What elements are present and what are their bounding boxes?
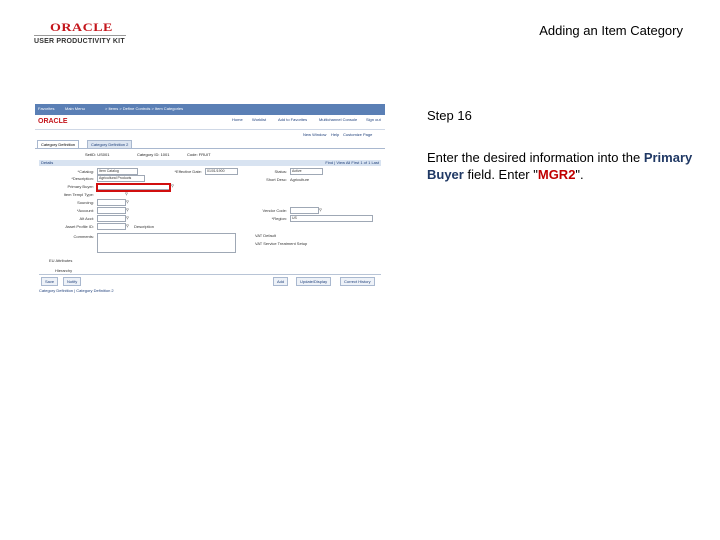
- short-desc-label: Short Desc:: [266, 177, 287, 182]
- asset-profile-input[interactable]: [97, 223, 126, 230]
- comments-textarea[interactable]: [97, 233, 236, 253]
- vendor-code-input[interactable]: [290, 207, 319, 214]
- hierarchy-label: Hierarchy: [55, 268, 73, 273]
- step-label: Step 16: [427, 108, 472, 123]
- alt-acct-input[interactable]: [97, 215, 126, 222]
- oracle-upk-logo: ORACLE USER PRODUCTIVITY KIT: [34, 22, 126, 48]
- status-select[interactable]: Active: [290, 168, 323, 175]
- logo-divider: [34, 35, 126, 36]
- comments-label: Comments:: [73, 234, 94, 239]
- logo-tagline: USER PRODUCTIVITY KIT: [34, 38, 125, 45]
- brand-logo: ORACLE: [38, 118, 68, 125]
- primary-buyer-label: Primary Buyer:: [67, 184, 94, 189]
- asset-profile-label: Asset Profile ID:: [65, 224, 94, 229]
- lookup-icon[interactable]: ⚲: [171, 183, 174, 188]
- nav-favorites[interactable]: Favorites: [38, 106, 54, 111]
- account-label: *Account:: [76, 208, 94, 213]
- region-select[interactable]: US: [290, 215, 373, 222]
- link-add-favorites[interactable]: Add to Favorites: [278, 117, 307, 122]
- account-input[interactable]: [97, 207, 126, 214]
- section-nav[interactable]: Find | View All First 1 of 1 Last: [325, 160, 379, 165]
- instruction-prefix: Enter the desired information into the: [427, 150, 641, 165]
- save-button[interactable]: Save: [41, 277, 59, 286]
- link-worklist[interactable]: Worklist: [252, 117, 266, 122]
- effective-date-label: *Effective Date:: [174, 169, 203, 174]
- description-input[interactable]: Agricultural Products: [97, 175, 145, 182]
- link-new-window[interactable]: New Window: [303, 132, 326, 137]
- lookup-icon[interactable]: ⚲: [125, 191, 128, 196]
- button-separator: [39, 274, 381, 275]
- entry-value: MGR2: [537, 167, 576, 182]
- sourcing-input[interactable]: [97, 199, 126, 206]
- correct-history-button[interactable]: Correct History: [340, 277, 375, 286]
- nav-main-menu[interactable]: Main Menu: [65, 106, 85, 111]
- notify-button[interactable]: Notify: [63, 277, 82, 286]
- setid-value: SetID: US001: [85, 152, 110, 157]
- instruction-suffix: ".: [575, 167, 584, 182]
- catalog-select[interactable]: Item Catalog: [97, 168, 138, 175]
- attributes-label: EU Attributes: [49, 258, 73, 263]
- tab-underline: [35, 148, 385, 149]
- add-button[interactable]: Add: [273, 277, 289, 286]
- lookup-icon[interactable]: ⚲: [319, 207, 322, 212]
- logo-wordmark: ORACLE: [50, 22, 113, 35]
- link-customize-page[interactable]: Customize Page: [343, 132, 372, 137]
- update-display-button[interactable]: Update/Display: [296, 277, 332, 286]
- lookup-icon[interactable]: ⚲: [126, 199, 129, 204]
- step-instruction: Enter the desired information into the P…: [427, 149, 707, 183]
- alt-acct-label: Alt Acct:: [79, 216, 94, 221]
- window-links: New Window Help Customize Page: [35, 131, 385, 138]
- lookup-icon[interactable]: ⚲: [126, 223, 129, 228]
- application-screenshot: Favorites Main Menu > Items > Define Con…: [35, 104, 385, 295]
- item-templ-label: Item Templ Type:: [63, 192, 94, 197]
- catalog-label: *Catalog:: [77, 169, 94, 174]
- brand-bar: ORACLE Home Worklist Add to Favorites Mu…: [35, 115, 385, 130]
- lookup-icon[interactable]: ⚲: [126, 207, 129, 212]
- footer-links[interactable]: Category Definition | Category Definitio…: [39, 288, 114, 293]
- top-nav-bar: Favorites Main Menu > Items > Define Con…: [35, 104, 385, 115]
- description-label: *Description:: [71, 176, 94, 181]
- category-id-value: Category ID: 1001: [137, 152, 170, 157]
- effective-date-input[interactable]: 01/01/1900: [205, 168, 238, 175]
- code-value: Code: FRUIT: [187, 152, 211, 157]
- short-desc-value: Agriculture: [290, 177, 310, 182]
- primary-buyer-highlight: [96, 183, 171, 192]
- vendor-code-label: Vendor Code:: [262, 208, 287, 213]
- section-title: Details: [41, 160, 54, 165]
- slide-title: Adding an Item Category: [539, 23, 683, 38]
- vat-default-link[interactable]: VAT Default: [255, 233, 276, 238]
- link-help[interactable]: Help: [331, 132, 339, 137]
- details-section-header: Details Find | View All First 1 of 1 Las…: [39, 160, 381, 166]
- description-link: Description: [134, 224, 155, 229]
- sourcing-label: Sourcing:: [77, 200, 94, 205]
- instruction-middle: field. Enter ": [467, 167, 538, 182]
- region-label: *Region:: [271, 216, 287, 221]
- status-label: Status:: [274, 169, 287, 174]
- vat-service-link[interactable]: VAT Service Treatment Setup: [255, 241, 307, 246]
- link-multichannel[interactable]: Multichannel Console: [319, 117, 357, 122]
- link-sign-out[interactable]: Sign out: [366, 117, 381, 122]
- link-home[interactable]: Home: [232, 117, 243, 122]
- lookup-icon[interactable]: ⚲: [126, 215, 129, 220]
- nav-breadcrumb[interactable]: > Items > Define Controls > Item Categor…: [105, 106, 183, 111]
